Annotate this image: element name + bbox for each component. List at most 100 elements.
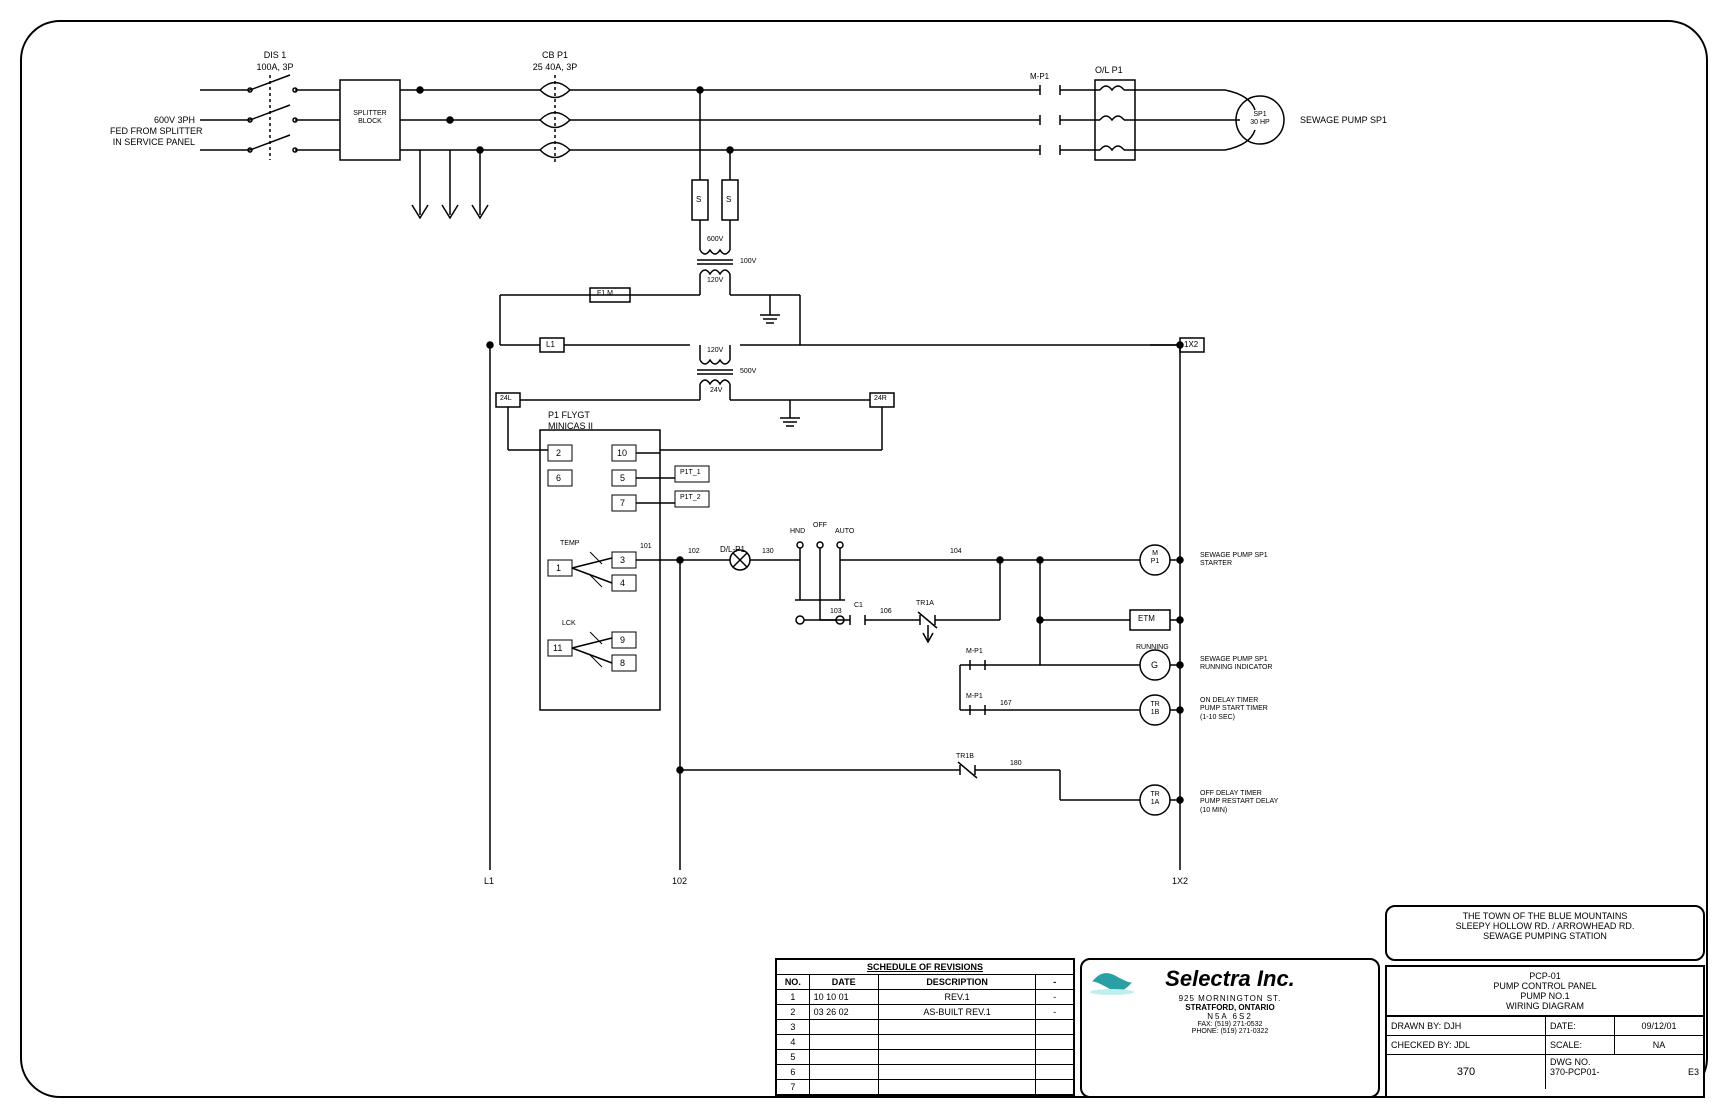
rev-col-x: - [1035,975,1073,989]
t5: 5 [620,473,625,484]
n104: 104 [950,548,962,556]
dis1-rating: 100A, 3P [245,62,305,73]
l1-term: L1 [546,340,555,350]
cb-label: CB P1 [530,50,580,61]
n101: 101 [640,543,652,551]
t7: 7 [620,498,625,509]
date-v: 09/12/01 [1614,1017,1703,1035]
source-note: 600V 3PH FED FROM SPLITTER IN SERVICE PA… [110,115,195,147]
title2-l4: WIRING DIAGRAM [1387,1001,1703,1011]
t3: 3 [620,555,625,566]
rev-r2-desc: AS-BUILT REV.1 [878,1005,1036,1019]
ptt1: P1T_1 [680,469,701,477]
rev-col-no: NO. [777,975,809,989]
rev-r4-date [809,1035,878,1049]
rev-r3-desc [878,1020,1036,1034]
company-block: Selectra Inc. 925 MORNINGTON ST. STRATFO… [1080,958,1380,1098]
dis1-label: DIS 1 [250,50,300,61]
cb-rating: 25 40A, 3P [520,62,590,73]
n106: 106 [880,608,892,616]
rev-r4-no: 4 [777,1035,809,1049]
tr1b-desc: ON DELAY TIMER PUMP START TIMER (1-10 SE… [1200,697,1268,722]
mp1c2: M-P1 [966,693,983,701]
revision-table: SCHEDULE OF REVISIONS NO. DATE DESCRIPTI… [775,958,1075,1096]
off: OFF [813,522,827,530]
title2-l2: PUMP CONTROL PANEL [1387,981,1703,991]
title1-l1: THE TOWN OF THE BLUE MOUNTAINS [1387,911,1703,921]
title2-l1: PCP-01 [1387,971,1703,981]
f1m: F1 M [597,290,613,298]
rev-r1-no: 1 [777,990,809,1004]
hnd: HND [790,528,805,536]
company-logo-icon [1082,966,1142,998]
company-fax: FAX: (519) 271-0532 [1082,1021,1378,1028]
title2-l3: PUMP NO.1 [1387,991,1703,1001]
checked-v: JDL [1454,1040,1470,1050]
rev-r4-desc [878,1035,1036,1049]
rev-r7-date [809,1080,878,1094]
b24l: 24L [500,395,512,403]
dwg-l: DWG NO. [1550,1057,1591,1067]
dl: D/L-P1 [720,545,745,555]
rev-r6-date [809,1065,878,1079]
title1-l2: SLEEPY HOLLOW RD. / ARROWHEAD RD. [1387,921,1703,931]
t4: 4 [620,578,625,589]
rev-r7-x [1035,1080,1073,1094]
rev-r1-x: - [1035,990,1073,1004]
ol-label: O/L P1 [1095,65,1123,76]
rail-102: 102 [672,876,687,887]
auto: AUTO [835,528,854,536]
pump-circle: SP1 30 HP [1246,111,1274,128]
fuse-s2: S [726,195,731,205]
n102a: 102 [688,548,700,556]
rev-r5-x [1035,1050,1073,1064]
rev-col-desc: DESCRIPTION [878,975,1036,989]
rev-r4-x [1035,1035,1073,1049]
t6: 6 [556,473,561,484]
fuse-s1: S [696,195,701,205]
n180: 180 [1010,760,1022,768]
running: RUNNING [1136,644,1169,652]
pump-desc: SEWAGE PUMP SP1 [1300,115,1387,126]
rev-title: SCHEDULE OF REVISIONS [777,960,1073,974]
ptt2: P1T_2 [680,494,701,502]
g: G [1151,660,1158,671]
v120b: 120V [707,347,723,355]
drawn-l: DRAWN BY: [1391,1021,1441,1031]
t2: 2 [556,448,561,459]
rev-r2-date: 03 26 02 [809,1005,878,1019]
rev-r7-no: 7 [777,1080,809,1094]
rev-r1-date: 10 10 01 [809,990,878,1004]
title1-l3: SEWAGE PUMPING STATION [1387,931,1703,941]
etm: ETM [1138,614,1155,624]
rev-col-date: DATE [809,975,878,989]
scale-l: SCALE: [1545,1036,1614,1054]
n167: 167 [1000,700,1012,708]
t9: 9 [620,635,625,646]
rev-r2-no: 2 [777,1005,809,1019]
t8: 8 [620,658,625,669]
tr1b-coil: TR 1B [1147,701,1163,718]
c1: C1 [854,602,863,610]
t11: 11 [553,643,562,654]
company-addr3: N5A 6S2 [1082,1012,1378,1021]
tr1a-desc: OFF DELAY TIMER PUMP RESTART DELAY (10 M… [1200,790,1278,815]
g-desc: SEWAGE PUMP SP1 RUNNING INDICATOR [1200,656,1272,673]
drawn-v: DJH [1444,1021,1462,1031]
v24: 24V [710,387,722,395]
splitter-label: SPLITTER BLOCK [348,110,392,127]
dwg-v: 370-PCP01- [1550,1067,1600,1077]
rev-r6-x [1035,1065,1073,1079]
company-addr2: STRATFORD, ONTARIO [1082,1003,1378,1012]
minicas-title: P1 FLYGT MINICAS II [548,410,593,432]
rev-r3-date [809,1020,878,1034]
v100: 100V [740,258,756,266]
rev-r5-date [809,1050,878,1064]
rev-r1-desc: REV.1 [878,990,1036,1004]
lk: LCK [562,620,576,628]
scale-v: NA [1614,1036,1703,1054]
mp1-coil-desc: SEWAGE PUMP SP1 STARTER [1200,552,1268,569]
project-title-block: THE TOWN OF THE BLUE MOUNTAINS SLEEPY HO… [1385,905,1705,961]
dwg-sh: E3 [1688,1067,1699,1077]
rev-r5-desc [878,1050,1036,1064]
